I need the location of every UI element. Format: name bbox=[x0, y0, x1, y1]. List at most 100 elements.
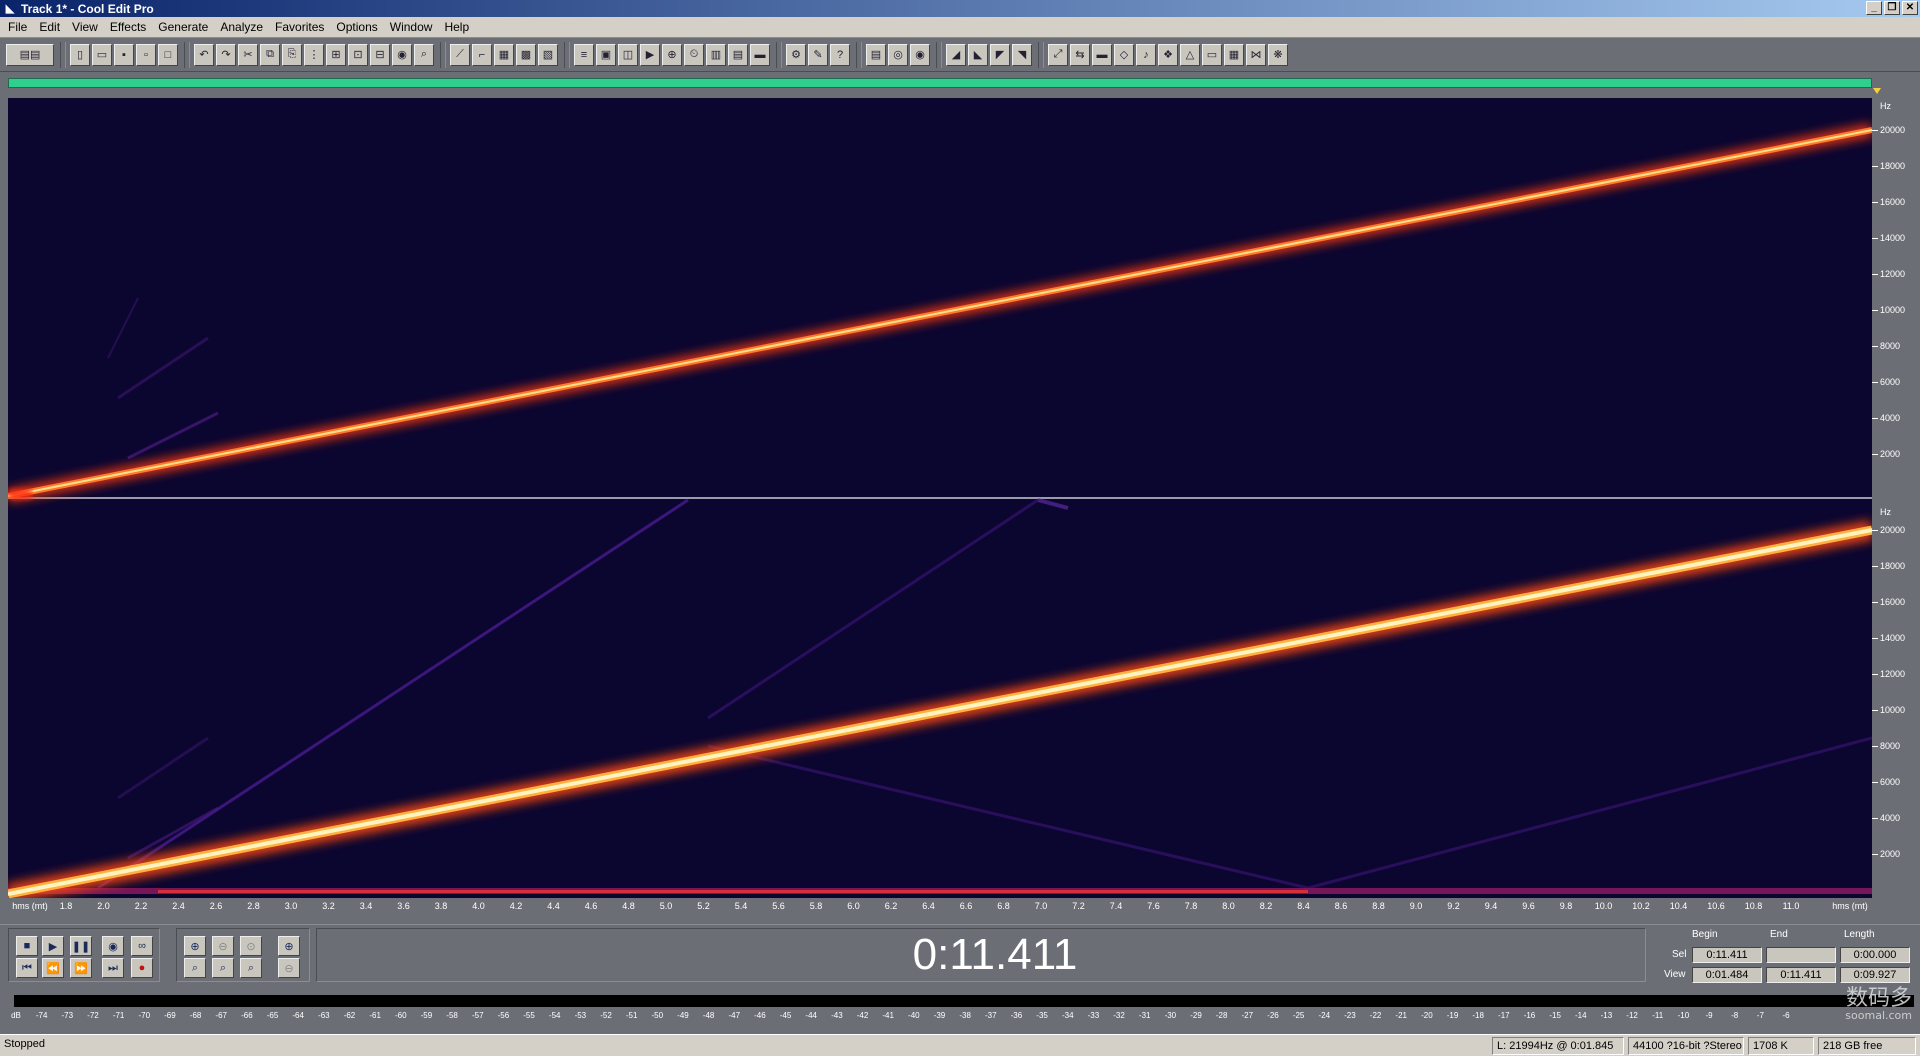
multitrack-toggle-icon[interactable]: ▤▤ bbox=[6, 43, 54, 66]
fade-out-icon[interactable]: ◥ bbox=[1012, 43, 1032, 66]
open-file-icon[interactable]: ▭ bbox=[92, 43, 112, 66]
db-scale-label: -15 bbox=[1549, 1011, 1561, 1020]
save-icon[interactable]: ▪ bbox=[114, 43, 134, 66]
menu-analyze[interactable]: Analyze bbox=[214, 20, 269, 34]
db-scale-label: -9 bbox=[1705, 1011, 1713, 1020]
help-icon[interactable]: ? bbox=[830, 43, 850, 66]
noise-reduction-icon[interactable]: ▦ bbox=[1224, 43, 1244, 66]
paste-new-icon[interactable]: ⊡ bbox=[348, 43, 368, 66]
copy-icon[interactable]: ⧉ bbox=[260, 43, 280, 66]
toolbar-separator bbox=[440, 41, 446, 68]
menu-edit[interactable]: Edit bbox=[33, 20, 66, 34]
menu-generate[interactable]: Generate bbox=[152, 20, 214, 34]
zoom-selection-icon[interactable]: ⌕ bbox=[240, 958, 262, 978]
find-icon[interactable]: ⌕ bbox=[414, 43, 434, 66]
grid-view-2-icon[interactable]: ▧ bbox=[538, 43, 558, 66]
pause-icon[interactable]: ❚❚ bbox=[70, 936, 92, 956]
levels-icon[interactable]: ▤ bbox=[728, 43, 748, 66]
settings-icon[interactable]: ⚙ bbox=[786, 43, 806, 66]
menu-help[interactable]: Help bbox=[438, 20, 475, 34]
save-all-icon[interactable]: □ bbox=[158, 43, 178, 66]
zoom-in-horizontal-icon[interactable]: ⊕ bbox=[184, 936, 206, 956]
zoom-tool-icon[interactable]: ⊕ bbox=[662, 43, 682, 66]
play-icon[interactable]: ▶ bbox=[42, 936, 64, 956]
cut-icon[interactable]: ✂ bbox=[238, 43, 258, 66]
view-end-field[interactable]: 0:11.411 bbox=[1766, 967, 1836, 983]
save-as-icon[interactable]: ▫ bbox=[136, 43, 156, 66]
hz-tick bbox=[1872, 638, 1878, 639]
stereo-icon[interactable]: ⋈ bbox=[1246, 43, 1266, 66]
snap-icon[interactable]: ◫ bbox=[618, 43, 638, 66]
frequency-analysis-icon[interactable]: ◎ bbox=[888, 43, 908, 66]
sweep-start-top bbox=[8, 490, 32, 498]
view-begin-field[interactable]: 0:01.484 bbox=[1692, 967, 1762, 983]
menu-file[interactable]: File bbox=[2, 20, 33, 34]
play-to-end-icon[interactable]: ◉ bbox=[102, 936, 124, 956]
cue-list-icon[interactable]: ≡ bbox=[574, 43, 594, 66]
spectral-display[interactable] bbox=[6, 98, 1874, 904]
silence-icon[interactable]: ▬ bbox=[1092, 43, 1112, 66]
menu-effects[interactable]: Effects bbox=[104, 20, 152, 34]
reverse-icon[interactable]: ⇆ bbox=[1070, 43, 1090, 66]
delay-icon[interactable]: △ bbox=[1180, 43, 1200, 66]
play-list-icon[interactable]: ▶ bbox=[640, 43, 660, 66]
menu-options[interactable]: Options bbox=[330, 20, 383, 34]
rewind-icon[interactable]: ⏪ bbox=[42, 958, 64, 978]
zoom-in-vertical-icon[interactable]: ⊕ bbox=[278, 936, 300, 956]
restore-button[interactable]: ❐ bbox=[1884, 1, 1900, 15]
meter-icon[interactable]: ▬ bbox=[750, 43, 770, 66]
new-file-icon[interactable]: ▯ bbox=[70, 43, 90, 66]
zoom-to-left-icon[interactable]: ⌕ bbox=[184, 958, 206, 978]
brainwave-icon[interactable]: ❋ bbox=[1268, 43, 1288, 66]
record-icon[interactable]: ● bbox=[131, 958, 153, 978]
eq-icon[interactable]: ▭ bbox=[1202, 43, 1222, 66]
menu-window[interactable]: Window bbox=[384, 20, 439, 34]
sel-length-field[interactable]: 0:00.000 bbox=[1840, 947, 1910, 963]
stop-icon[interactable]: ■ bbox=[16, 936, 38, 956]
copy-to-new-icon[interactable]: ⎘ bbox=[282, 43, 302, 66]
normalize-icon[interactable]: ◣ bbox=[968, 43, 988, 66]
mix-paste-icon[interactable]: ⊟ bbox=[370, 43, 390, 66]
invert-icon[interactable]: ◇ bbox=[1114, 43, 1134, 66]
record-to-file-icon[interactable]: ◉ bbox=[392, 43, 412, 66]
sel-begin-field[interactable]: 0:11.411 bbox=[1692, 947, 1762, 963]
zoom-to-right-icon[interactable]: ⌕ bbox=[212, 958, 234, 978]
script-icon[interactable]: ✎ bbox=[808, 43, 828, 66]
grid-view-icon[interactable]: ▩ bbox=[516, 43, 536, 66]
amplify-icon[interactable]: ◢ bbox=[946, 43, 966, 66]
spectral-view-icon[interactable]: ▦ bbox=[494, 43, 514, 66]
db-scale-label: -70 bbox=[138, 1011, 151, 1020]
minimize-button[interactable]: _ bbox=[1866, 1, 1882, 15]
loop-icon[interactable]: ∞ bbox=[131, 936, 153, 956]
menu-view[interactable]: View bbox=[66, 20, 104, 34]
trim-icon[interactable]: ⋮ bbox=[304, 43, 324, 66]
close-button[interactable]: ✕ bbox=[1902, 1, 1918, 15]
paste-icon[interactable]: ⊞ bbox=[326, 43, 346, 66]
markers-icon[interactable]: ▣ bbox=[596, 43, 616, 66]
time-format-icon[interactable]: ⏲ bbox=[684, 43, 704, 66]
fast-forward-icon[interactable]: ⏩ bbox=[70, 958, 92, 978]
menu-favorites[interactable]: Favorites bbox=[269, 20, 330, 34]
undo-icon[interactable]: ↶ bbox=[194, 43, 214, 66]
zoom-full-icon[interactable]: ⊙ bbox=[240, 936, 262, 956]
db-scale-label: -49 bbox=[677, 1011, 689, 1020]
playhead-marker-icon[interactable] bbox=[1873, 88, 1881, 94]
filter-icon[interactable]: ❖ bbox=[1158, 43, 1178, 66]
overview-range-bar[interactable] bbox=[8, 78, 1881, 94]
envelope-icon[interactable]: ⌐ bbox=[472, 43, 492, 66]
frames-icon[interactable]: ▥ bbox=[706, 43, 726, 66]
zoom-out-vertical-icon[interactable]: ⊖ bbox=[278, 958, 300, 978]
statistics-icon[interactable]: ◉ bbox=[910, 43, 930, 66]
redo-icon[interactable]: ↷ bbox=[216, 43, 236, 66]
go-to-end-icon[interactable]: ⏭ bbox=[102, 958, 124, 978]
fade-in-icon[interactable]: ◤ bbox=[990, 43, 1010, 66]
analysis-icon[interactable]: ▤ bbox=[866, 43, 886, 66]
waveform-view-icon[interactable]: ⟋ bbox=[450, 43, 470, 66]
go-to-start-icon[interactable]: ⏮ bbox=[16, 958, 38, 978]
sel-end-field[interactable] bbox=[1766, 947, 1836, 963]
view-length-field[interactable]: 0:09.927 bbox=[1840, 967, 1910, 983]
stretch-icon[interactable]: ⤢ bbox=[1048, 43, 1068, 66]
pitch-icon[interactable]: ♪ bbox=[1136, 43, 1156, 66]
zoom-out-horizontal-icon[interactable]: ⊖ bbox=[212, 936, 234, 956]
db-scale-label: -37 bbox=[985, 1011, 997, 1020]
